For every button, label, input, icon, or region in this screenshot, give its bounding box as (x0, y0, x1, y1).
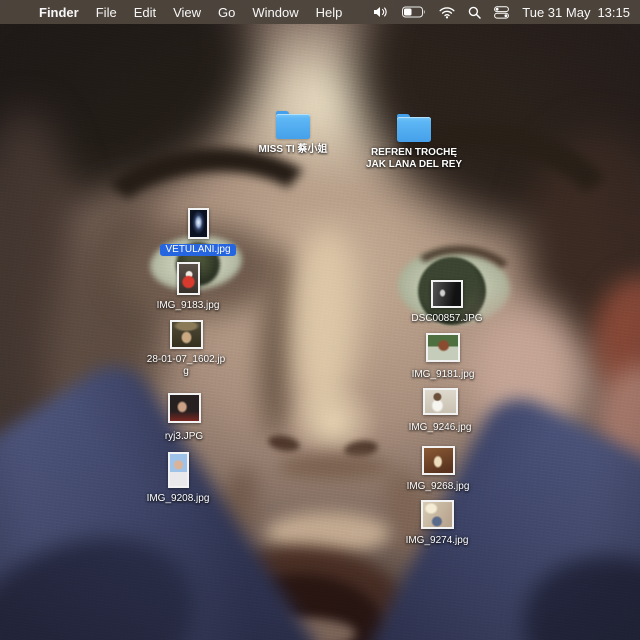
folder-label: MISS TI 蔡小姐 (238, 144, 348, 156)
file-28-01-07[interactable]: 28-01-07_1602.jp g (136, 320, 236, 378)
file-label: IMG_9268.jpg (407, 481, 470, 493)
menu-time: 13:15 (597, 5, 630, 20)
folder-label: REFREN TROCHĘ JAK LANA DEL REY (359, 147, 469, 171)
file-ryj3[interactable]: ryj3.JPG (134, 393, 234, 443)
file-label: IMG_9274.jpg (406, 535, 469, 547)
file-label-selected: VETULANI.jpg (160, 244, 235, 256)
folder-icon (397, 114, 431, 142)
file-thumbnail (421, 500, 454, 529)
menu-items: Finder File Edit View Go Window Help (0, 5, 359, 20)
file-label: IMG_9208.jpg (147, 493, 210, 505)
file-label: ryj3.JPG (165, 431, 203, 443)
menu-file[interactable]: File (96, 5, 117, 20)
file-thumbnail (188, 208, 209, 239)
menu-status-area: Tue 31 May 13:15 (373, 5, 640, 20)
file-thumbnail (426, 333, 460, 362)
vignette (0, 0, 640, 640)
file-img-9274[interactable]: IMG_9274.jpg (387, 500, 487, 547)
menu-clock[interactable]: Tue 31 May 13:15 (522, 5, 630, 20)
spotlight-icon[interactable] (468, 6, 481, 19)
control-center-icon[interactable] (494, 6, 509, 19)
menu-help[interactable]: Help (316, 5, 343, 20)
menu-bar: Finder File Edit View Go Window Help (0, 0, 640, 24)
menu-window[interactable]: Window (252, 5, 298, 20)
folder-refren-troche[interactable]: REFREN TROCHĘ JAK LANA DEL REY (359, 114, 469, 171)
file-img-9183[interactable]: IMG_9183.jpg (138, 262, 238, 312)
file-thumbnail (422, 446, 455, 475)
file-img-9268[interactable]: IMG_9268.jpg (388, 446, 488, 493)
battery-icon[interactable] (402, 6, 426, 18)
folder-icon (276, 111, 310, 139)
file-label: IMG_9183.jpg (157, 300, 220, 312)
file-img-9208[interactable]: IMG_9208.jpg (128, 452, 228, 505)
menu-view[interactable]: View (173, 5, 201, 20)
file-thumbnail (431, 280, 463, 308)
file-label: IMG_9246.jpg (409, 422, 472, 434)
menu-finder[interactable]: Finder (39, 5, 79, 20)
file-label: DSC00857.JPG (411, 313, 482, 325)
menu-edit[interactable]: Edit (134, 5, 156, 20)
wifi-icon[interactable] (439, 6, 455, 19)
menu-date: Tue 31 May (522, 5, 590, 20)
desktop-screen: Finder File Edit View Go Window Help (0, 0, 640, 640)
file-thumbnail (168, 452, 189, 488)
file-label: IMG_9181.jpg (412, 369, 475, 381)
volume-icon[interactable] (373, 6, 389, 18)
menu-go[interactable]: Go (218, 5, 235, 20)
folder-miss-ti[interactable]: MISS TI 蔡小姐 (238, 111, 348, 156)
file-thumbnail (423, 388, 458, 415)
desktop-wallpaper[interactable] (0, 0, 640, 640)
file-thumbnail (168, 393, 201, 423)
file-dsc00857[interactable]: DSC00857.JPG (397, 280, 497, 325)
file-thumbnail (177, 262, 200, 295)
file-vetulani[interactable]: VETULANI.jpg (148, 208, 248, 256)
file-label: 28-01-07_1602.jp g (147, 354, 225, 378)
file-img-9181[interactable]: IMG_9181.jpg (393, 333, 493, 381)
file-thumbnail (170, 320, 203, 349)
file-img-9246[interactable]: IMG_9246.jpg (390, 388, 490, 434)
